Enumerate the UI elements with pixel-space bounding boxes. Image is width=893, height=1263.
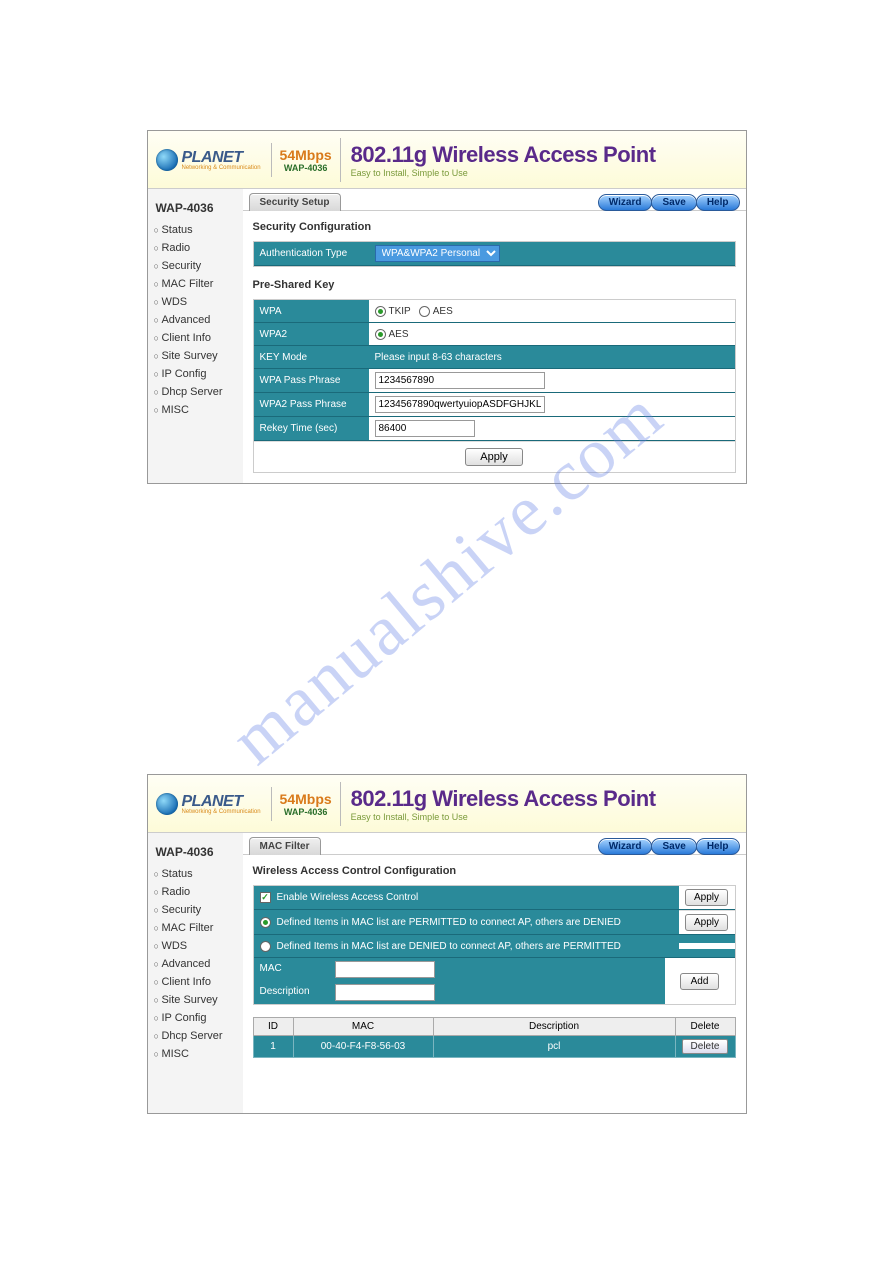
wizard-button[interactable]: Wizard [598, 194, 653, 211]
mode-permit-label: Defined Items in MAC list are PERMITTED … [277, 917, 621, 928]
help-button[interactable]: Help [696, 838, 740, 855]
sidebar-item-clientinfo[interactable]: Client Info [152, 329, 239, 347]
product-title: 802.11g Wireless Access Point [351, 786, 656, 812]
add-button[interactable]: Add [680, 973, 720, 990]
sidebar-item-macfilter[interactable]: MAC Filter [152, 919, 239, 937]
help-button[interactable]: Help [696, 194, 740, 211]
wpa-passphrase-input[interactable] [375, 372, 545, 389]
table-row: 1 00-40-F4-F8-56-03 pcl Delete [253, 1036, 735, 1058]
col-description: Description [433, 1018, 675, 1036]
apply-enable-button[interactable]: Apply [685, 889, 728, 906]
sidebar-item-sitesurvey[interactable]: Site Survey [152, 991, 239, 1009]
sidebar-item-wds[interactable]: WDS [152, 937, 239, 955]
speed-text: 54Mbps [280, 791, 332, 807]
rekey-label: Rekey Time (sec) [254, 419, 369, 438]
sidebar-item-radio[interactable]: Radio [152, 239, 239, 257]
mode-deny-radio[interactable] [260, 941, 271, 952]
keymode-value: Please input 8-63 characters [369, 346, 735, 368]
wpa-tkip-radio[interactable]: TKIP [375, 306, 411, 317]
mode-deny-label: Defined Items in MAC list are DENIED to … [277, 941, 621, 952]
sidebar-item-misc[interactable]: MISC [152, 401, 239, 419]
sidebar-item-status[interactable]: Status [152, 221, 239, 239]
sidebar-item-misc[interactable]: MISC [152, 1045, 239, 1063]
brand-tagline: Networking & Communication [182, 165, 261, 171]
wpa2-label: WPA2 [254, 325, 369, 344]
sidebar-title: WAP-4036 [152, 841, 239, 865]
rekey-input[interactable] [375, 420, 475, 437]
sidebar-item-security[interactable]: Security [152, 901, 239, 919]
tab-security-setup[interactable]: Security Setup [249, 193, 341, 211]
save-button[interactable]: Save [651, 194, 696, 211]
product-subtitle: Easy to Install, Simple to Use [351, 168, 656, 178]
speed-box: 54Mbps WAP-4036 [271, 143, 340, 177]
sidebar-item-ipconfig[interactable]: IP Config [152, 1009, 239, 1027]
apply-mode-button[interactable]: Apply [685, 914, 728, 931]
product-title: 802.11g Wireless Access Point [351, 142, 656, 168]
wpa-label: WPA [254, 302, 369, 321]
mac-list-table: ID MAC Description Delete 1 00-40-F4-F8-… [253, 1017, 736, 1058]
section-title: Wireless Access Control Configuration [253, 861, 736, 881]
speed-text: 54Mbps [280, 147, 332, 163]
app-header: PLANET Networking & Communication 54Mbps… [148, 131, 746, 189]
model-text: WAP-4036 [280, 163, 332, 173]
psk-title: Pre-Shared Key [253, 275, 736, 295]
sidebar: WAP-4036 Status Radio Security MAC Filte… [148, 833, 243, 1113]
sidebar-item-dhcpserver[interactable]: Dhcp Server [152, 1027, 239, 1045]
mac-label: MAC [254, 958, 329, 981]
title-box: 802.11g Wireless Access Point Easy to In… [340, 138, 666, 182]
wpa-aes-radio[interactable]: AES [419, 306, 453, 317]
apply-button[interactable]: Apply [465, 448, 523, 466]
tab-mac-filter[interactable]: MAC Filter [249, 837, 321, 855]
sidebar-item-advanced[interactable]: Advanced [152, 311, 239, 329]
sidebar-item-wds[interactable]: WDS [152, 293, 239, 311]
model-text: WAP-4036 [280, 807, 332, 817]
sidebar-item-macfilter[interactable]: MAC Filter [152, 275, 239, 293]
cell-description: pcl [433, 1036, 675, 1058]
col-mac: MAC [293, 1018, 433, 1036]
app-header: PLANET Networking & Communication 54Mbps… [148, 775, 746, 833]
sidebar-title: WAP-4036 [152, 197, 239, 221]
save-button[interactable]: Save [651, 838, 696, 855]
sidebar: WAP-4036 Status Radio Security MAC Filte… [148, 189, 243, 483]
sidebar-item-security[interactable]: Security [152, 257, 239, 275]
col-id: ID [253, 1018, 293, 1036]
keymode-label: KEY Mode [254, 348, 369, 367]
mac-input[interactable] [335, 961, 435, 978]
product-subtitle: Easy to Install, Simple to Use [351, 812, 656, 822]
description-input[interactable] [335, 984, 435, 1001]
sidebar-item-ipconfig[interactable]: IP Config [152, 365, 239, 383]
section-title: Security Configuration [253, 217, 736, 237]
brand-logo: PLANET Networking & Communication [156, 149, 271, 171]
sidebar-item-dhcpserver[interactable]: Dhcp Server [152, 383, 239, 401]
wpa-passphrase-label: WPA Pass Phrase [254, 371, 369, 390]
sidebar-item-radio[interactable]: Radio [152, 883, 239, 901]
enable-access-control-checkbox[interactable] [260, 892, 271, 903]
col-delete: Delete [675, 1018, 735, 1036]
title-box: 802.11g Wireless Access Point Easy to In… [340, 782, 666, 826]
auth-type-select[interactable]: WPA&WPA2 Personal [375, 245, 500, 262]
wpa2-passphrase-input[interactable] [375, 396, 545, 413]
auth-type-label: Authentication Type [254, 244, 369, 263]
sidebar-item-status[interactable]: Status [152, 865, 239, 883]
cell-mac: 00-40-F4-F8-56-03 [293, 1036, 433, 1058]
mode-permit-radio[interactable] [260, 917, 271, 928]
globe-icon [156, 149, 178, 171]
security-setup-screenshot: PLANET Networking & Communication 54Mbps… [147, 130, 747, 484]
delete-row-button[interactable]: Delete [682, 1039, 729, 1054]
brand-logo: PLANET Networking & Communication [156, 793, 271, 815]
cell-id: 1 [253, 1036, 293, 1058]
mac-filter-screenshot: PLANET Networking & Communication 54Mbps… [147, 774, 747, 1114]
brand-tagline: Networking & Communication [182, 809, 261, 815]
wpa2-aes-radio[interactable]: AES [375, 329, 409, 340]
enable-access-control-label: Enable Wireless Access Control [277, 892, 419, 903]
speed-box: 54Mbps WAP-4036 [271, 787, 340, 821]
sidebar-item-clientinfo[interactable]: Client Info [152, 973, 239, 991]
wizard-button[interactable]: Wizard [598, 838, 653, 855]
wpa2-passphrase-label: WPA2 Pass Phrase [254, 395, 369, 414]
description-label: Description [254, 981, 329, 1004]
sidebar-item-advanced[interactable]: Advanced [152, 955, 239, 973]
sidebar-item-sitesurvey[interactable]: Site Survey [152, 347, 239, 365]
globe-icon [156, 793, 178, 815]
